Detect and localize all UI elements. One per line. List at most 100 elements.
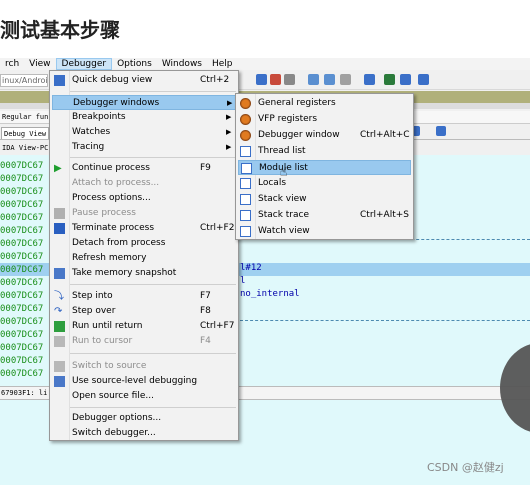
- menu-separator: [70, 407, 236, 408]
- menu-item-watches[interactable]: Watches ▶: [52, 125, 236, 140]
- watermark: CSDN @赵健zj: [427, 461, 504, 474]
- menu-windows[interactable]: Windows: [157, 58, 207, 70]
- bug-icon: [240, 130, 251, 141]
- submenu-item-watch-view[interactable]: Watch view: [238, 224, 411, 239]
- debugger-path-box[interactable]: inux/Android: [0, 74, 48, 87]
- debugger-menu: Quick debug view Ctrl+2 Debugger windows…: [49, 70, 239, 441]
- toolbar-edit-icon[interactable]: [340, 74, 351, 85]
- toolbar-graph-icon[interactable]: [308, 74, 319, 85]
- toolbar-chart-icon[interactable]: [256, 74, 267, 85]
- menu-item-debugger-options[interactable]: Debugger options...: [52, 411, 236, 426]
- stack-trace-icon: [240, 210, 251, 221]
- toolbar-chart2-icon[interactable]: [270, 74, 281, 85]
- menu-item-switch-to-source[interactable]: Switch to source: [52, 359, 236, 374]
- tab-debug-view[interactable]: Debug View: [1, 127, 50, 139]
- menu-separator: [70, 91, 236, 92]
- module-list-icon: [241, 163, 252, 174]
- bug-icon: [240, 114, 251, 125]
- address-line: 0007DC67: [0, 317, 44, 327]
- thread-list-icon: [240, 146, 251, 157]
- menu-item-open-source-file[interactable]: Open source file...: [52, 389, 236, 404]
- submenu-arrow-icon: ▶: [226, 143, 232, 151]
- step-into-icon: ⤵: [54, 291, 64, 302]
- menu-item-terminate-process[interactable]: Terminate process Ctrl+F2: [52, 221, 236, 236]
- menu-item-run-to-cursor[interactable]: Run to cursor F4: [52, 334, 236, 349]
- menu-item-debugger-windows[interactable]: Debugger windows ▶: [52, 95, 236, 110]
- submenu-item-module-list[interactable]: Module list: [238, 160, 411, 175]
- submenu-item-vfp-registers[interactable]: VFP registers: [238, 112, 411, 127]
- toolbar-struct-icon[interactable]: [384, 74, 395, 85]
- ida-view-tab-row: IDA View-PC: [0, 141, 50, 155]
- menu-view[interactable]: View: [24, 58, 55, 70]
- menu-item-take-memory-snapshot[interactable]: Take memory snapshot: [52, 266, 236, 281]
- menu-separator: [70, 157, 236, 158]
- menu-item-process-options[interactable]: Process options...: [52, 191, 236, 206]
- address-line: 0007DC67: [0, 226, 44, 236]
- legend-regular-function: Regular func: [2, 113, 53, 121]
- menu-item-breakpoints[interactable]: Breakpoints ▶: [52, 110, 236, 125]
- toolbar-graph2-icon[interactable]: [324, 74, 335, 85]
- menu-debugger[interactable]: Debugger: [55, 58, 113, 70]
- toolbar-list-icon[interactable]: [364, 74, 375, 85]
- menu-item-pause-process[interactable]: Pause process: [52, 206, 236, 221]
- function-separator: [240, 320, 530, 321]
- submenu-item-debugger-window[interactable]: Debugger window Ctrl+Alt+C: [238, 128, 411, 143]
- switch-source-icon: [54, 361, 65, 372]
- menu-item-continue-process[interactable]: ▶ Continue process F9: [52, 161, 236, 176]
- locals-icon: [240, 178, 251, 189]
- menu-item-step-over[interactable]: ↷ Step over F8: [52, 304, 236, 319]
- submenu-item-general-registers[interactable]: General registers: [238, 96, 411, 111]
- toolbar-hex-icon[interactable]: [418, 74, 429, 85]
- tab-ida-view-pc[interactable]: IDA View-PC: [0, 142, 50, 154]
- toolbar-tool-icon[interactable]: [284, 74, 295, 85]
- address-line: 0007DC67: [0, 187, 44, 197]
- menu-item-tracing[interactable]: Tracing ▶: [52, 140, 236, 155]
- submenu-item-locals[interactable]: Locals: [238, 176, 411, 191]
- menu-item-attach-to-process[interactable]: Attach to process...: [52, 176, 236, 191]
- address-line: 0007DC67: [0, 356, 44, 366]
- menu-item-step-into[interactable]: ⤵ Step into F7: [52, 289, 236, 304]
- step-over-icon: ↷: [54, 306, 63, 317]
- stop-icon: [54, 223, 65, 234]
- tab-view2-icon[interactable]: [436, 126, 446, 136]
- menu-item-quick-debug-view[interactable]: Quick debug view Ctrl+2: [52, 73, 236, 88]
- submenu-item-thread-list[interactable]: Thread list: [238, 144, 411, 159]
- menu-item-switch-debugger[interactable]: Switch debugger...: [52, 426, 236, 441]
- menu-options[interactable]: Options: [112, 58, 157, 70]
- quick-debug-icon: [54, 75, 65, 86]
- mouse-pointer-icon: ☝: [280, 165, 288, 179]
- address-line: 0007DC67: [0, 213, 44, 223]
- address-line: 0007DC67: [0, 174, 44, 184]
- menu-separator: [70, 353, 236, 354]
- run-until-return-icon: [54, 321, 65, 332]
- watch-view-icon: [240, 226, 251, 237]
- menu-item-detach-from-process[interactable]: Detach from process: [52, 236, 236, 251]
- bug-icon: [240, 98, 251, 109]
- menu-item-refresh-memory[interactable]: Refresh memory: [52, 251, 236, 266]
- address-line: 0007DC67: [0, 200, 44, 210]
- menubar: rch View Debugger Options Windows Help: [0, 58, 530, 70]
- submenu-item-stack-view[interactable]: Stack view: [238, 192, 411, 207]
- snapshot-icon: [54, 268, 65, 279]
- stack-view-icon: [240, 194, 251, 205]
- address-line: 0007DC67: [0, 304, 44, 314]
- menu-help[interactable]: Help: [207, 58, 238, 70]
- address-line: 0007DC67: [0, 330, 44, 340]
- run-to-cursor-icon: [54, 336, 65, 347]
- toolbar-enum-icon[interactable]: [400, 74, 411, 85]
- address-line: 0007DC67: [0, 161, 44, 171]
- menu-item-use-source-level-debugging[interactable]: Use source-level debugging: [52, 374, 236, 389]
- submenu-arrow-icon: ▶: [226, 113, 232, 121]
- submenu-item-stack-trace[interactable]: Stack trace Ctrl+Alt+S: [238, 208, 411, 223]
- address-line: 0007DC67: [0, 265, 44, 275]
- address-line: 0007DC67: [0, 252, 44, 262]
- address-line: 0007DC67: [0, 291, 44, 301]
- pause-icon: [54, 208, 65, 219]
- menu-separator: [70, 284, 236, 285]
- menu-search[interactable]: rch: [0, 58, 24, 70]
- address-line: 0007DC67: [0, 278, 44, 288]
- debugger-windows-submenu: General registers VFP registers Debugger…: [235, 93, 414, 240]
- page-heading: 测试基本步骤: [0, 18, 120, 42]
- menu-item-run-until-return[interactable]: Run until return Ctrl+F7: [52, 319, 236, 334]
- code-fragment: l: [240, 276, 246, 286]
